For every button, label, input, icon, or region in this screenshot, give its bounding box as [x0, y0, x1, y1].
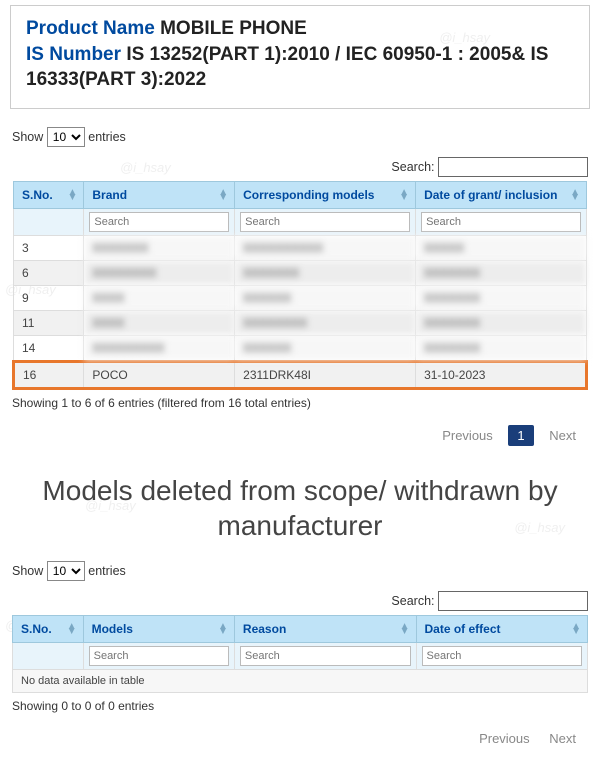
cell-sno: 14 — [14, 335, 84, 361]
cell-sno: 9 — [14, 285, 84, 310]
next-button[interactable]: Next — [541, 727, 584, 750]
next-button[interactable]: Next — [541, 424, 584, 447]
table-row: 14 XXXXXXXXX XXXXXX XXXXXXX — [14, 335, 587, 361]
sort-icon: ▲▼ — [218, 190, 228, 200]
sort-icon: ▲▼ — [400, 624, 410, 634]
entries-length-control: Show 10 entries — [12, 561, 588, 581]
entries-select[interactable]: 10 — [47, 561, 85, 581]
is-number-label: IS Number — [26, 44, 121, 65]
col-sno[interactable]: S.No. ▲▼ — [13, 615, 84, 642]
table-row: 6 XXXXXXXX XXXXXXX XXXXXXX — [14, 260, 587, 285]
entries-label: entries — [88, 564, 126, 578]
col-brand[interactable]: Brand ▲▼ — [84, 181, 235, 208]
prev-button[interactable]: Previous — [471, 727, 538, 750]
cell-model: XXXXXX — [235, 285, 416, 310]
search-input[interactable] — [438, 591, 588, 611]
col-models[interactable]: Models ▲▼ — [83, 615, 234, 642]
cell-model: XXXXXX — [235, 335, 416, 361]
cell-brand: XXXX — [84, 285, 235, 310]
search-label: Search: — [391, 160, 434, 174]
sort-icon: ▲▼ — [571, 624, 581, 634]
cell-brand: XXXX — [84, 310, 235, 335]
product-name-label: Product Name — [26, 18, 155, 39]
table-row-highlighted: 16 POCO 2311DRK48I 31-10-2023 — [14, 361, 587, 388]
cell-date: XXXXXXX — [416, 310, 587, 335]
filter-reason[interactable] — [240, 646, 411, 666]
col-reason[interactable]: Reason ▲▼ — [234, 615, 416, 642]
cell-sno: 3 — [14, 235, 84, 260]
cell-model: XXXXXXXX — [235, 310, 416, 335]
table-row: 11 XXXX XXXXXXXX XXXXXXX — [14, 310, 587, 335]
cell-brand: XXXXXXX — [84, 235, 235, 260]
search-input[interactable] — [438, 157, 588, 177]
table-row: 9 XXXX XXXXXX XXXXXXX — [14, 285, 587, 310]
cell-date: 31-10-2023 — [416, 361, 587, 388]
cell-brand: POCO — [84, 361, 235, 388]
cell-sno: 6 — [14, 260, 84, 285]
sort-icon: ▲▼ — [67, 624, 77, 634]
deleted-models-title: Models deleted from scope/ withdrawn by … — [10, 473, 590, 543]
table-info: Showing 0 to 0 of 0 entries — [12, 699, 588, 713]
cell-brand: XXXXXXXX — [84, 260, 235, 285]
filter-row — [14, 208, 587, 235]
col-date[interactable]: Date of grant/ inclusion ▲▼ — [416, 181, 587, 208]
sort-icon: ▲▼ — [67, 190, 77, 200]
cell-sno: 16 — [14, 361, 84, 388]
cell-sno: 11 — [14, 310, 84, 335]
cell-model: XXXXXXXXXX — [235, 235, 416, 260]
search-label: Search: — [391, 594, 434, 608]
cell-date: XXXXXXX — [416, 335, 587, 361]
col-date-effect[interactable]: Date of effect ▲▼ — [416, 615, 588, 642]
show-label: Show — [12, 564, 43, 578]
entries-select[interactable]: 10 — [47, 127, 85, 147]
filter-row — [13, 642, 588, 669]
cell-date: XXXXX — [416, 235, 587, 260]
prev-button[interactable]: Previous — [434, 424, 501, 447]
pagination: Previous 1 Next — [12, 414, 588, 465]
filter-date[interactable] — [421, 212, 581, 232]
filter-date-effect[interactable] — [422, 646, 583, 666]
cell-brand: XXXXXXXXX — [84, 335, 235, 361]
sort-icon: ▲▼ — [570, 190, 580, 200]
table-info: Showing 1 to 6 of 6 entries (filtered fr… — [12, 396, 588, 410]
table-row: 3 XXXXXXX XXXXXXXXXX XXXXX — [14, 235, 587, 260]
product-header: Product Name MOBILE PHONE IS Number IS 1… — [10, 5, 590, 109]
filter-model[interactable] — [240, 212, 410, 232]
sort-icon: ▲▼ — [399, 190, 409, 200]
filter-models[interactable] — [89, 646, 229, 666]
pagination: Previous Next — [12, 717, 588, 768]
no-data-cell: No data available in table — [13, 669, 588, 692]
filter-brand[interactable] — [89, 212, 229, 232]
no-data-row: No data available in table — [13, 669, 588, 692]
cell-date: XXXXXXX — [416, 285, 587, 310]
cell-date: XXXXXXX — [416, 260, 587, 285]
sort-icon: ▲▼ — [218, 624, 228, 634]
cell-model: XXXXXXX — [235, 260, 416, 285]
entries-label: entries — [88, 130, 126, 144]
show-label: Show — [12, 130, 43, 144]
page-current[interactable]: 1 — [508, 425, 533, 446]
cell-model: 2311DRK48I — [235, 361, 416, 388]
product-name-value: MOBILE PHONE — [160, 18, 307, 39]
col-sno[interactable]: S.No. ▲▼ — [14, 181, 84, 208]
entries-length-control: Show 10 entries — [12, 127, 588, 147]
col-model[interactable]: Corresponding models ▲▼ — [235, 181, 416, 208]
models-table: S.No. ▲▼ Brand ▲▼ Corresponding models ▲… — [12, 181, 588, 390]
deleted-models-table: S.No. ▲▼ Models ▲▼ Reason ▲▼ Date of eff… — [12, 615, 588, 693]
